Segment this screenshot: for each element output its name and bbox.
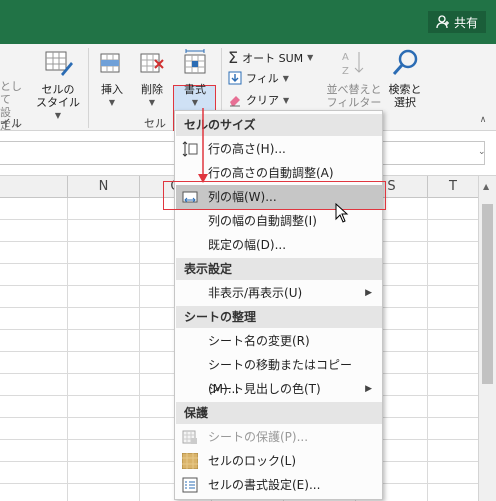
share-label: 共有 [453, 15, 478, 30]
section-header-visibility: 表示設定 [176, 258, 382, 280]
menu-item-label: 非表示/再表示(U) [208, 286, 303, 300]
highlight-box [163, 181, 386, 210]
fill-down-icon [228, 71, 242, 85]
chevron-down-icon: ▼ [54, 111, 62, 120]
svg-text:A: A [342, 52, 349, 63]
eraser-icon [230, 96, 240, 107]
grid-line [139, 198, 140, 501]
find-select-label-2: 選択 [394, 96, 416, 109]
collapse-ribbon-button[interactable]: ∧ [476, 112, 490, 127]
chevron-down-icon: ▼ [148, 98, 156, 107]
insert-label: 挿入 [101, 83, 123, 96]
find-select-button[interactable]: 検索と 選択 [384, 48, 426, 109]
search-icon [392, 49, 418, 75]
column-header-partial[interactable] [0, 176, 68, 198]
title-bar: 共有 [0, 0, 496, 44]
chevron-down-icon: ▼ [283, 95, 290, 105]
menu-item-format-cells[interactable]: セルの書式設定(E)... [176, 473, 382, 497]
insert-button[interactable]: 挿入 ▼ [94, 48, 130, 109]
cells-group-label: セル [144, 117, 166, 130]
styles-group-label: イル [0, 117, 22, 130]
sort-filter-button[interactable]: AZ 並べ替えと フィルター [326, 48, 382, 109]
delete-label: 削除 [141, 83, 163, 96]
cell-styles-button[interactable]: セルの スタイル ▼ [32, 48, 84, 122]
cell-styles-label-1: セルの [41, 83, 75, 96]
cell-styles-icon [45, 51, 73, 76]
menu-item-default-width[interactable]: 既定の幅(D)... [176, 233, 382, 257]
menu-item-label: 既定の幅(D)... [208, 238, 287, 252]
menu-item-label: 行の高さの自動調整(A) [208, 166, 334, 180]
autosum-button[interactable]: Σ オート SUM ▼ [228, 48, 313, 67]
chevron-down-icon: ▼ [282, 73, 289, 83]
clear-label: クリア [246, 94, 279, 107]
menu-item-label: セルのロック(L) [208, 454, 297, 468]
menu-item-label: シート見出しの色(T) [208, 382, 321, 396]
delete-cells-icon [140, 53, 164, 73]
sigma-icon: Σ [228, 48, 239, 67]
grid-line [427, 198, 428, 501]
expand-formula-icon[interactable]: ⌄ [478, 147, 486, 157]
lock-cell-icon [182, 453, 198, 469]
menu-item-label: セルの書式設定(E)... [208, 478, 321, 492]
column-header-t[interactable]: T [428, 176, 478, 198]
scroll-up-icon[interactable]: ▲ [483, 182, 489, 191]
share-button[interactable]: 共有 [427, 11, 486, 33]
format-label: 書式 [184, 83, 206, 96]
menu-item-label: シートの保護(P)... [208, 430, 309, 444]
annotation-arrow-icon [198, 108, 208, 183]
format-icon [184, 49, 206, 74]
autosum-label: オート SUM [242, 51, 304, 65]
fill-button[interactable]: フィル ▼ [228, 70, 289, 86]
row-height-icon [182, 141, 198, 157]
svg-text:Z: Z [342, 66, 349, 77]
cell-styles-label-2: スタイル [36, 96, 80, 109]
format-as-table-label-1: として [0, 80, 22, 106]
vertical-scrollbar[interactable]: ▲ [478, 176, 496, 501]
chevron-down-icon: ▼ [191, 98, 199, 107]
menu-item-tab-color[interactable]: シート見出しの色(T) ▶ [176, 377, 382, 401]
chevron-up-icon: ∧ [479, 115, 487, 125]
menu-item-protect-sheet[interactable]: シートの保護(P)... [176, 425, 382, 449]
menu-item-autofit-column-width[interactable]: 列の幅の自動調整(I) [176, 209, 382, 233]
person-icon [436, 15, 449, 29]
section-header-protection: 保護 [176, 402, 382, 424]
menu-item-label: シート名の変更(R) [208, 334, 310, 348]
sort-az-icon: AZ [342, 52, 364, 77]
find-select-label-1: 検索と [388, 83, 422, 96]
chevron-down-icon: ▼ [108, 98, 116, 107]
column-header-n[interactable]: N [68, 176, 140, 198]
sort-filter-label-2: フィルター [326, 96, 382, 109]
menu-item-lock-cell[interactable]: セルのロック(L) [176, 449, 382, 473]
chevron-down-icon: ▼ [307, 53, 314, 62]
menu-item-move-copy-sheet[interactable]: シートの移動またはコピー(M)... [176, 353, 382, 396]
menu-item-label: 列の幅の自動調整(I) [208, 214, 317, 228]
clear-button[interactable]: クリア ▼ [228, 92, 289, 108]
format-button[interactable]: 書式 ▼ [174, 48, 216, 109]
menu-item-label: 行の高さ(H)... [208, 142, 286, 156]
group-divider [88, 48, 89, 128]
fill-label: フィル [246, 72, 279, 85]
format-cells-icon [182, 477, 198, 493]
insert-cells-icon [100, 53, 120, 73]
sort-filter-label-1: 並べ替えと [326, 83, 382, 96]
menu-item-rename-sheet[interactable]: シート名の変更(R) [176, 329, 382, 353]
grid-line [67, 198, 68, 501]
submenu-arrow-icon: ▶ [365, 384, 372, 394]
mouse-cursor-icon [335, 203, 349, 223]
protect-sheet-icon [182, 430, 197, 444]
submenu-arrow-icon: ▶ [365, 288, 372, 298]
menu-item-hide-unhide[interactable]: 非表示/再表示(U) ▶ [176, 281, 382, 305]
section-header-organize-sheets: シートの整理 [176, 306, 382, 328]
delete-button[interactable]: 削除 ▼ [134, 48, 170, 109]
scrollbar-thumb[interactable] [482, 204, 493, 384]
